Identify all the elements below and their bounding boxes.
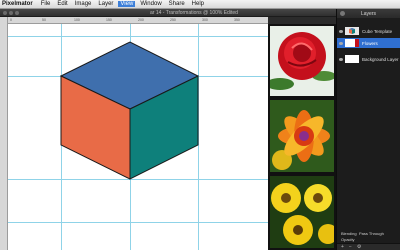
layer-name: Flowers <box>362 40 378 46</box>
ruler-tick: 150 <box>106 18 112 22</box>
orange-flower-image <box>270 100 334 172</box>
ruler-tick: 50 <box>42 18 46 22</box>
gear-icon[interactable]: ⚙ <box>357 244 361 250</box>
red-rose-image <box>270 26 334 96</box>
layer-thumbnail <box>345 27 359 35</box>
close-icon[interactable] <box>340 11 345 16</box>
blending-controls: Blending Pass Through Opacity <box>337 231 400 243</box>
layer-name: Cube Template <box>362 28 393 34</box>
yellow-daisies-image <box>270 176 334 248</box>
layers-panel-title: Layers <box>360 10 376 17</box>
layer-visibility-icon[interactable] <box>339 57 343 61</box>
menu-app-name[interactable]: Pixelmator <box>2 1 33 7</box>
ruler-tick: 300 <box>202 18 208 22</box>
ruler-tick: 250 <box>170 18 176 22</box>
menu-image[interactable]: Image <box>75 1 92 7</box>
layer-visibility-icon[interactable] <box>339 29 343 33</box>
layer-item-cube-template[interactable]: Cube Template <box>337 26 400 36</box>
layer-visibility-icon[interactable] <box>339 41 343 45</box>
menu-file[interactable]: File <box>41 1 51 7</box>
opacity-label: Opacity <box>341 237 355 242</box>
flowers-layer-content <box>268 24 336 250</box>
minimize-window-button[interactable] <box>9 11 13 15</box>
menu-share[interactable]: Share <box>169 1 185 7</box>
layer-item-background[interactable]: Background Layer <box>337 54 400 64</box>
blending-label: Blending <box>341 231 357 236</box>
remove-layer-button[interactable]: − <box>349 244 352 250</box>
layer-name: Background Layer <box>362 56 399 62</box>
menu-edit[interactable]: Edit <box>57 1 67 7</box>
menu-bar: Pixelmator File Edit Image Layer View Wi… <box>0 0 400 9</box>
layer-thumbnail <box>345 39 359 47</box>
cube-artwork[interactable] <box>8 24 268 250</box>
ruler-tick: 0 <box>10 18 12 22</box>
layer-thumbnail <box>345 55 359 63</box>
menu-layer[interactable]: Layer <box>98 1 113 7</box>
zoom-window-button[interactable] <box>15 11 19 15</box>
ruler-tick: 350 <box>234 18 240 22</box>
menu-window[interactable]: Window <box>140 1 161 7</box>
vertical-ruler[interactable] <box>0 17 8 250</box>
close-window-button[interactable] <box>3 11 7 15</box>
layers-panel: Layers Cube Template Flowers Background … <box>336 9 400 250</box>
horizontal-ruler[interactable]: 0 50 100 150 200 250 300 350 <box>8 17 268 24</box>
document-title: ar 14 - Transformations @ 100% Edited <box>150 10 238 16</box>
ruler-tick: 100 <box>74 18 80 22</box>
window-controls <box>3 11 19 15</box>
image-canvas[interactable] <box>8 24 268 250</box>
add-layer-button[interactable]: + <box>341 244 344 250</box>
menu-view[interactable]: View <box>118 1 136 7</box>
blending-mode-select[interactable]: Pass Through <box>359 231 384 236</box>
layers-footer: + − ⚙ <box>337 243 400 250</box>
ruler-tick: 200 <box>138 18 144 22</box>
layer-item-flowers[interactable]: Flowers <box>337 38 400 48</box>
menu-help[interactable]: Help <box>192 1 204 7</box>
layers-panel-header: Layers <box>337 9 400 18</box>
